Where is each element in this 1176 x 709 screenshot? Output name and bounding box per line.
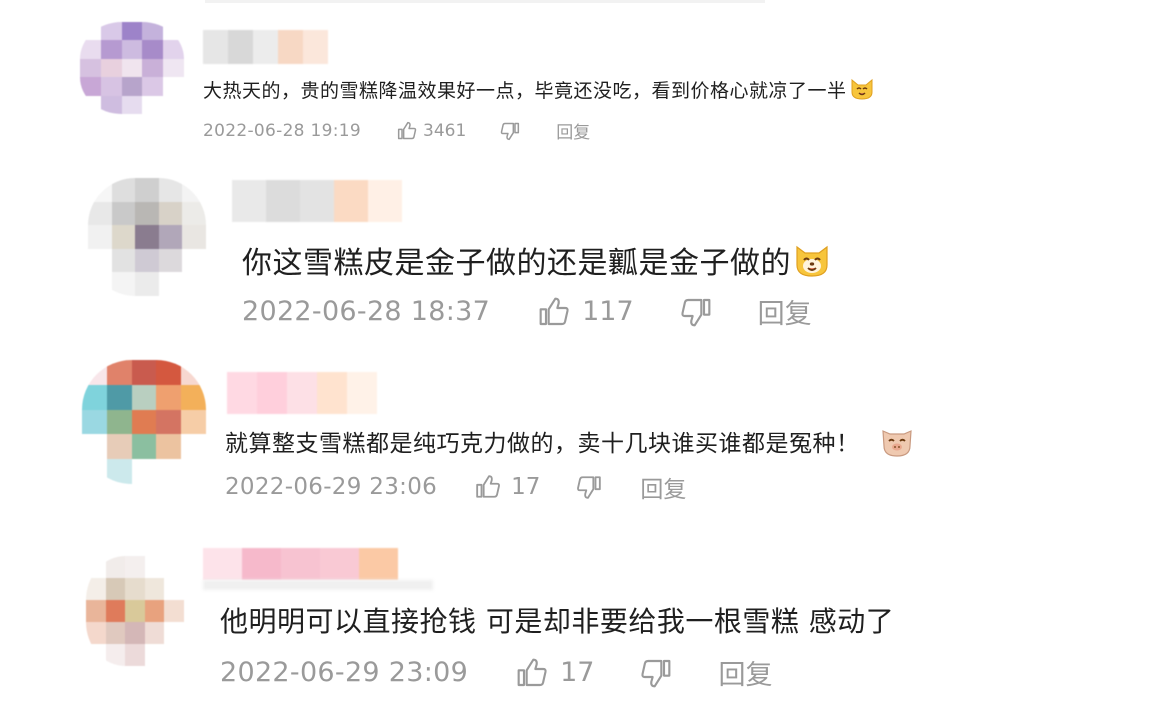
like-count: 17 xyxy=(560,657,595,688)
username-blurred-secondary xyxy=(203,580,433,590)
comment-meta: 2022-06-29 23:06 17 回复 xyxy=(225,470,686,504)
avatar[interactable] xyxy=(80,22,184,114)
pig-face-icon xyxy=(880,426,914,464)
avatar[interactable] xyxy=(88,178,206,296)
username-blurred[interactable] xyxy=(203,30,328,64)
avatar[interactable] xyxy=(82,360,206,484)
comment-text-content: 大热天的，贵的雪糕降温效果好一点，毕竟还没吃，看到价格心就凉了一半 xyxy=(203,80,847,102)
comment-text: 大热天的，贵的雪糕降温效果好一点，毕竟还没吃，看到价格心就凉了一半 xyxy=(203,76,875,106)
like-count: 3461 xyxy=(423,120,467,141)
avatar[interactable] xyxy=(86,556,184,666)
comment-text-content: 你这雪糕皮是金子做的还是瓤是金子做的 xyxy=(242,246,791,281)
dog-face-icon xyxy=(793,243,831,287)
reply-button[interactable]: 回复 xyxy=(556,118,590,143)
top-divider xyxy=(205,0,765,3)
thumbs-down-icon[interactable] xyxy=(500,121,520,141)
timestamp: 2022-06-29 23:06 xyxy=(225,474,438,500)
thumbs-down-icon[interactable] xyxy=(576,474,602,500)
reply-button[interactable]: 回复 xyxy=(758,292,812,331)
comment-meta: 2022-06-29 23:09 17 回复 xyxy=(220,653,772,692)
like-count: 117 xyxy=(582,296,634,327)
username-blurred[interactable] xyxy=(232,180,402,222)
timestamp: 2022-06-28 18:37 xyxy=(242,296,491,327)
username-blurred[interactable] xyxy=(203,548,398,580)
comment-text: 就算整支雪糕都是纯巧克力做的，卖十几块谁买谁都是冤种！ xyxy=(225,424,914,464)
thumbs-up-icon[interactable] xyxy=(538,296,570,328)
comment-text-content: 他明明可以直接抢钱 可是却非要给我一根雪糕 感动了 xyxy=(220,605,895,638)
reply-button[interactable]: 回复 xyxy=(718,653,772,692)
cat-face-icon xyxy=(849,77,875,106)
timestamp: 2022-06-29 23:09 xyxy=(220,657,469,688)
thumbs-up-icon[interactable] xyxy=(516,657,548,689)
comment-meta: 2022-06-28 18:37 117 回复 xyxy=(242,292,812,331)
like-count: 17 xyxy=(511,474,541,500)
comment-text: 他明明可以直接抢钱 可是却非要给我一根雪糕 感动了 xyxy=(220,600,894,640)
comment-text-content: 就算整支雪糕都是纯巧克力做的，卖十几块谁买谁都是冤种！ xyxy=(225,431,860,457)
reply-button[interactable]: 回复 xyxy=(640,470,686,504)
thumbs-down-icon[interactable] xyxy=(680,296,712,328)
comment-text: 你这雪糕皮是金子做的还是瓤是金子做的 xyxy=(242,238,831,287)
username-blurred[interactable] xyxy=(227,372,377,414)
thumbs-up-icon[interactable] xyxy=(475,474,501,500)
thumbs-down-icon[interactable] xyxy=(640,657,672,689)
thumbs-up-icon[interactable] xyxy=(397,121,417,141)
timestamp: 2022-06-28 19:19 xyxy=(203,120,361,141)
comment-meta: 2022-06-28 19:19 3461 回复 xyxy=(203,118,590,144)
